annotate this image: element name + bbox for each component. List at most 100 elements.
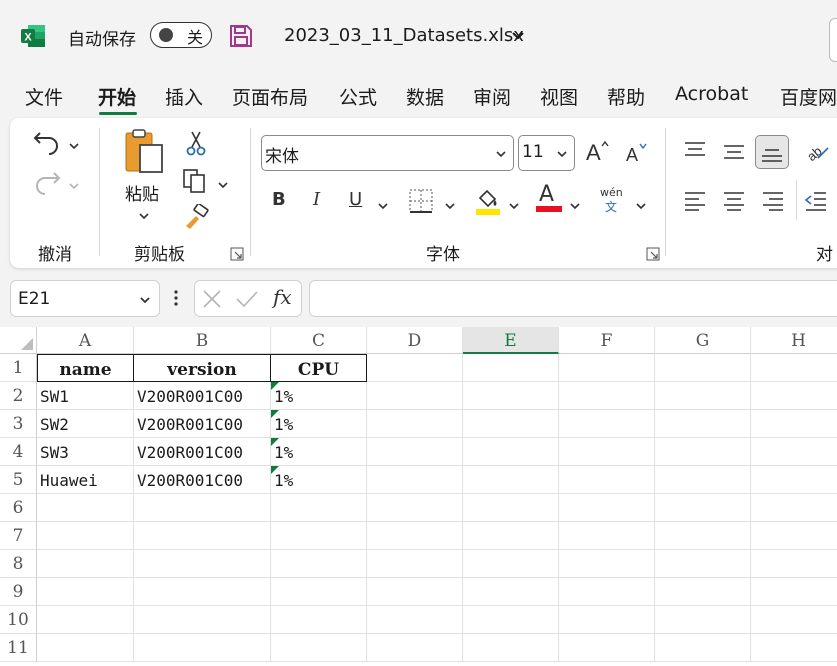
tab-baidu[interactable]: 百度网 (780, 83, 837, 110)
data-cell[interactable]: V200R001C00 (134, 382, 271, 410)
underline-dropdown-icon[interactable] (377, 196, 389, 215)
data-cell[interactable]: 1% (271, 466, 367, 494)
empty-cell[interactable] (367, 522, 463, 550)
empty-cell[interactable] (655, 466, 751, 494)
empty-cell[interactable] (367, 606, 463, 634)
empty-cell[interactable] (367, 382, 463, 410)
empty-cell[interactable] (463, 578, 559, 606)
row-header[interactable]: 2 (0, 382, 37, 410)
format-painter-icon[interactable] (182, 202, 210, 234)
align-right-icon[interactable] (761, 190, 785, 216)
row-header[interactable]: 11 (0, 634, 37, 662)
empty-cell[interactable] (463, 550, 559, 578)
row-header[interactable]: 4 (0, 438, 37, 466)
empty-cell[interactable] (37, 550, 134, 578)
empty-cell[interactable] (559, 634, 655, 662)
empty-cell[interactable] (751, 466, 837, 494)
row-header[interactable]: 5 (0, 466, 37, 494)
undo-dropdown-icon[interactable] (68, 136, 80, 155)
more-options-icon[interactable] (173, 288, 179, 312)
data-cell[interactable]: SW1 (37, 382, 134, 410)
grow-font-icon[interactable]: A (584, 138, 610, 168)
empty-cell[interactable] (655, 494, 751, 522)
tab-help[interactable]: 帮助 (607, 83, 645, 110)
column-header[interactable]: B (134, 327, 271, 354)
empty-cell[interactable] (559, 522, 655, 550)
redo-icon[interactable] (32, 166, 62, 200)
header-cell[interactable]: CPU (271, 354, 367, 382)
empty-cell[interactable] (134, 634, 271, 662)
fill-color-icon[interactable] (474, 186, 502, 220)
data-cell[interactable]: SW2 (37, 410, 134, 438)
empty-cell[interactable] (751, 382, 837, 410)
font-color-button[interactable]: A (536, 182, 562, 212)
row-header[interactable]: 9 (0, 578, 37, 606)
empty-cell[interactable] (463, 438, 559, 466)
empty-cell[interactable] (463, 606, 559, 634)
data-cell[interactable]: Huawei (37, 466, 134, 494)
tab-formulas[interactable]: 公式 (339, 83, 377, 110)
copy-icon[interactable] (182, 168, 208, 198)
save-icon[interactable] (229, 24, 253, 52)
shrink-font-icon[interactable]: A (624, 140, 650, 170)
empty-cell[interactable] (134, 606, 271, 634)
empty-cell[interactable] (271, 578, 367, 606)
empty-cell[interactable] (271, 494, 367, 522)
empty-cell[interactable] (37, 494, 134, 522)
empty-cell[interactable] (751, 410, 837, 438)
empty-cell[interactable] (751, 438, 837, 466)
font-name-select[interactable]: 宋体 (261, 135, 514, 171)
undo-icon[interactable] (32, 126, 62, 160)
empty-cell[interactable] (134, 578, 271, 606)
column-header[interactable]: F (559, 327, 655, 354)
redo-dropdown-icon[interactable] (68, 176, 80, 195)
empty-cell[interactable] (463, 522, 559, 550)
data-cell[interactable]: 1% (271, 382, 367, 410)
column-header[interactable]: C (271, 327, 367, 354)
empty-cell[interactable] (463, 634, 559, 662)
insert-function-button[interactable]: fx (273, 285, 292, 309)
chevron-down-icon[interactable] (511, 28, 525, 47)
tab-data[interactable]: 数据 (406, 83, 444, 110)
borders-dropdown-icon[interactable] (444, 196, 456, 215)
tab-view[interactable]: 视图 (540, 83, 578, 110)
tab-home[interactable]: 开始 (98, 83, 136, 110)
empty-cell[interactable] (655, 606, 751, 634)
empty-cell[interactable] (751, 354, 837, 382)
data-cell[interactable]: 1% (271, 438, 367, 466)
empty-cell[interactable] (367, 634, 463, 662)
empty-cell[interactable] (367, 438, 463, 466)
column-header[interactable]: A (37, 327, 134, 354)
cancel-icon[interactable] (201, 289, 223, 309)
copy-dropdown-icon[interactable] (217, 175, 229, 194)
empty-cell[interactable] (367, 466, 463, 494)
header-cell[interactable]: version (134, 354, 271, 382)
empty-cell[interactable] (655, 354, 751, 382)
empty-cell[interactable] (655, 634, 751, 662)
column-header[interactable]: D (367, 327, 463, 354)
italic-button[interactable]: I (313, 189, 320, 210)
empty-cell[interactable] (37, 578, 134, 606)
empty-cell[interactable] (751, 494, 837, 522)
row-header[interactable]: 3 (0, 410, 37, 438)
orientation-icon[interactable]: ab (804, 138, 830, 168)
empty-cell[interactable] (271, 606, 367, 634)
name-box[interactable]: E21 (10, 280, 160, 317)
empty-cell[interactable] (367, 494, 463, 522)
tab-page-layout[interactable]: 页面布局 (232, 83, 308, 110)
decrease-indent-icon[interactable] (804, 190, 828, 216)
empty-cell[interactable] (751, 522, 837, 550)
empty-cell[interactable] (271, 522, 367, 550)
data-cell[interactable]: 1% (271, 410, 367, 438)
empty-cell[interactable] (751, 606, 837, 634)
empty-cell[interactable] (655, 522, 751, 550)
empty-cell[interactable] (271, 634, 367, 662)
empty-cell[interactable] (655, 438, 751, 466)
empty-cell[interactable] (463, 382, 559, 410)
row-header[interactable]: 7 (0, 522, 37, 550)
fill-color-dropdown-icon[interactable] (508, 196, 520, 215)
paste-icon[interactable] (123, 128, 167, 182)
empty-cell[interactable] (134, 494, 271, 522)
empty-cell[interactable] (751, 550, 837, 578)
select-all-corner[interactable] (0, 327, 37, 354)
